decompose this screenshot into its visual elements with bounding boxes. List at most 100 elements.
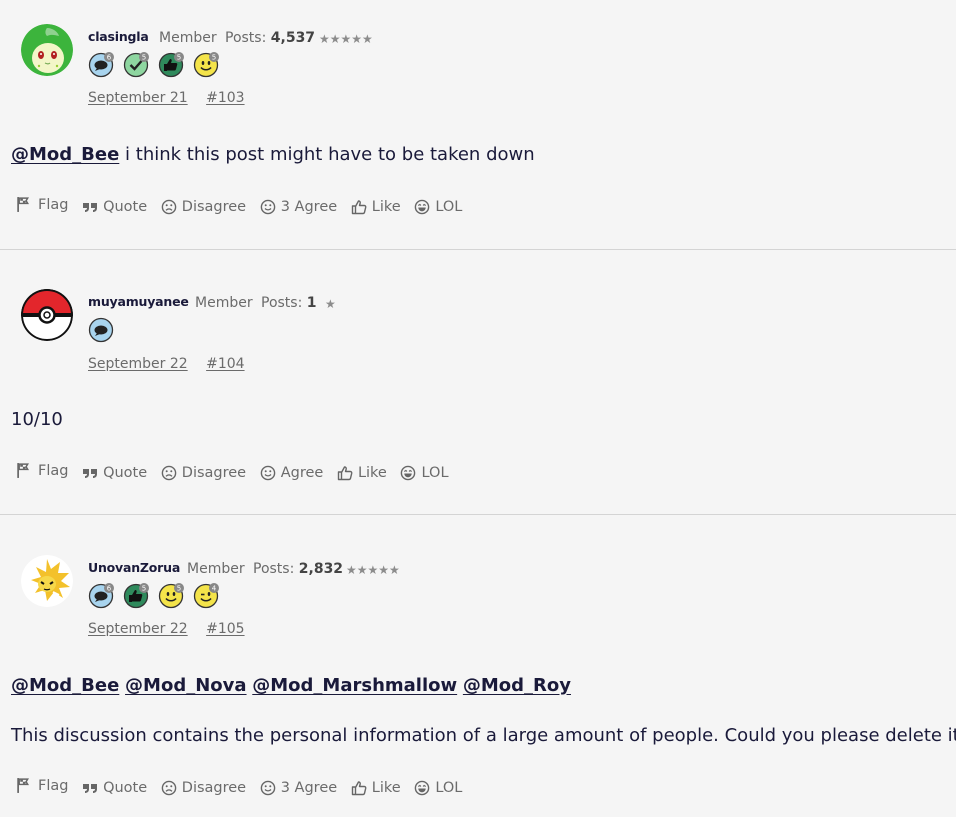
rank-stars: ★★★★★ (319, 32, 373, 46)
flag-label: Flag (38, 196, 69, 213)
badge-count: 5 (177, 54, 181, 62)
smiley-icon[interactable]: 5 (158, 581, 186, 609)
badge-count: 4 (212, 585, 217, 593)
thumbs-up-icon (351, 780, 367, 796)
lol-button[interactable]: LOL (400, 465, 449, 481)
avatar[interactable] (21, 289, 73, 341)
post-actions: Flag Quote Disagree 3 Agree Like LOL (16, 779, 471, 796)
quote-button[interactable]: Quote (82, 780, 147, 796)
post-text: 10/10 (11, 409, 63, 430)
badge-count: 5 (177, 585, 181, 593)
post-number-link[interactable]: #104 (206, 356, 244, 372)
smiley-icon[interactable]: 5 (193, 50, 221, 78)
quote-icon (82, 199, 98, 215)
lol-button[interactable]: LOL (414, 199, 462, 215)
laughing-face-icon (414, 780, 430, 796)
post-text: This discussion contains the personal in… (11, 725, 956, 746)
speech-bubble-icon[interactable] (88, 315, 116, 343)
badge-count: 5 (212, 54, 216, 62)
speech-bubble-icon[interactable]: 6 (88, 50, 116, 78)
user-role: Member (187, 561, 245, 577)
post-count-label: Posts: (253, 561, 295, 577)
username[interactable]: clasingla (88, 29, 149, 44)
post-divider (0, 514, 956, 515)
disagree-button[interactable]: Disagree (161, 199, 246, 215)
flag-button[interactable]: Flag (16, 777, 68, 794)
laughing-face-icon (414, 199, 430, 215)
thumbs-up-icon[interactable]: 5 (158, 50, 186, 78)
smile-icon (260, 780, 276, 796)
disagree-button[interactable]: Disagree (161, 780, 246, 796)
like-button[interactable]: Like (351, 780, 401, 796)
agree-label: 3 Agree (280, 779, 338, 796)
username[interactable]: UnovanZorua (88, 560, 180, 575)
flag-icon (16, 462, 33, 479)
post-meta: September 22 #104 (88, 356, 245, 372)
like-button[interactable]: Like (351, 199, 401, 215)
quote-button[interactable]: Quote (82, 199, 147, 215)
post-count-label: Posts: (225, 30, 267, 46)
lol-label: LOL (435, 198, 463, 215)
agree-button[interactable]: 3 Agree (260, 780, 337, 796)
quote-button[interactable]: Quote (82, 465, 147, 481)
badge-count: 5 (142, 585, 146, 593)
quote-label: Quote (103, 779, 148, 796)
mention-link[interactable]: @Mod_Roy (463, 675, 571, 696)
like-label: Like (357, 464, 387, 481)
smile-icon (260, 199, 276, 215)
post-number-link[interactable]: #105 (206, 621, 244, 637)
agree-button[interactable]: Agree (260, 464, 324, 481)
agree-label: Agree (280, 464, 324, 481)
agree-label: 3 Agree (280, 198, 338, 215)
flag-button[interactable]: Flag (16, 196, 68, 213)
wink-icon[interactable]: 4 (193, 581, 221, 609)
check-icon[interactable]: 5 (123, 50, 151, 78)
post-date-link[interactable]: September 22 (88, 621, 188, 637)
sad-face-icon (161, 780, 177, 796)
flag-button[interactable]: Flag (16, 462, 68, 479)
sad-face-icon (161, 199, 177, 215)
flag-label: Flag (38, 777, 69, 794)
post-body: @Mod_Bee i think this post might have to… (11, 144, 535, 165)
agree-button[interactable]: 3 Agree (260, 199, 337, 215)
post-divider (0, 249, 956, 250)
post-meta: September 22 #105 (88, 621, 245, 637)
quote-label: Quote (103, 464, 148, 481)
avatar[interactable] (21, 555, 73, 607)
flag-icon (16, 196, 33, 213)
post-number-link[interactable]: #103 (206, 90, 244, 106)
chikorita-avatar-icon (21, 24, 73, 76)
post-date-link[interactable]: September 22 (88, 356, 188, 372)
like-label: Like (371, 779, 401, 796)
username[interactable]: muyamuyanee (88, 294, 189, 309)
speech-bubble-icon[interactable]: 6 (88, 581, 116, 609)
disagree-button[interactable]: Disagree (161, 465, 246, 481)
post-body-mentions: @Mod_Bee @Mod_Nova @Mod_Marshmallow @Mod… (11, 675, 571, 696)
mention-link[interactable]: @Mod_Nova (125, 675, 246, 696)
mention-link[interactable]: @Mod_Bee (11, 675, 119, 696)
rank-stars: ★ (325, 297, 336, 311)
thumbs-up-icon[interactable]: 5 (123, 581, 151, 609)
post-count-label: Posts: (261, 295, 303, 311)
post-body: This discussion contains the personal in… (11, 725, 956, 746)
mention-link[interactable]: @Mod_Bee (11, 144, 119, 165)
post-date-link[interactable]: September 21 (88, 90, 188, 106)
post-count-value: 1 (306, 295, 317, 311)
avatar[interactable] (21, 24, 73, 76)
thumbs-up-icon (351, 199, 367, 215)
like-button[interactable]: Like (337, 465, 387, 481)
badge-row: 6 5 5 4 (88, 581, 228, 609)
quote-icon (82, 465, 98, 481)
post-actions: Flag Quote Disagree Agree Like LOL (16, 464, 458, 481)
post-count-value: 4,537 (270, 30, 316, 46)
badge-count: 6 (107, 585, 112, 593)
user-role: Member (195, 295, 253, 311)
flag-icon (16, 777, 33, 794)
mention-link[interactable]: @Mod_Marshmallow (252, 675, 457, 696)
lol-label: LOL (435, 779, 463, 796)
badge-row (88, 315, 118, 343)
disagree-label: Disagree (181, 198, 247, 215)
disagree-label: Disagree (181, 464, 247, 481)
lol-button[interactable]: LOL (414, 780, 462, 796)
post-count-value: 2,832 (298, 561, 344, 577)
